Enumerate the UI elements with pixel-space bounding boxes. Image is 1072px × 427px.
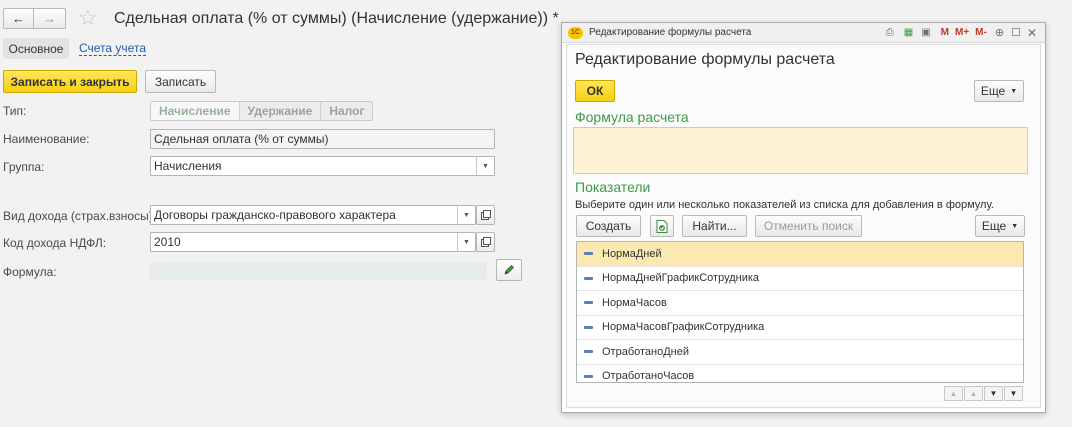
open-income-type-button[interactable] [476, 205, 495, 225]
maximize-icon[interactable]: ☐ [1011, 26, 1021, 39]
tab-main-label: Основное [8, 41, 64, 56]
find-button[interactable]: Найти... [682, 215, 747, 237]
list-more-label: Еще [981, 219, 1007, 233]
ndfl-field[interactable]: 2010 ▼ [150, 232, 476, 252]
dialog-heading: Редактирование формулы расчета [575, 51, 835, 68]
chevron-down-icon: ▼ [1010, 87, 1018, 95]
open-icon [480, 210, 491, 220]
group-label: Группа: [3, 160, 45, 174]
item-icon [584, 301, 593, 305]
memory-minus-button[interactable]: M- [975, 27, 987, 38]
type-label: Тип: [3, 104, 27, 118]
chevron-down-icon[interactable]: ▼ [457, 233, 475, 251]
page-up-icon[interactable]: ▲ [964, 386, 983, 401]
print-icon[interactable]: ⎙ [886, 27, 894, 38]
dialog-more-button[interactable]: Еще ▼ [974, 80, 1024, 102]
tab-main[interactable]: Основное [3, 38, 69, 59]
favorite-star-icon[interactable]: ☆ [78, 6, 98, 30]
open-icon [480, 237, 491, 247]
item-icon [584, 276, 593, 280]
dialog-more-label: Еще [980, 84, 1006, 98]
app-1c-icon: 1С [568, 26, 583, 39]
item-icon [584, 325, 593, 329]
create-button[interactable]: Создать [576, 215, 641, 237]
type-option-tax[interactable]: Налог [321, 102, 372, 120]
chevron-down-icon[interactable]: ▼ [457, 206, 475, 224]
list-item[interactable]: НормаДней [577, 242, 1023, 267]
formula-field [150, 262, 487, 280]
save-button[interactable]: Записать [145, 70, 216, 93]
item-icon [584, 252, 593, 256]
first-page-icon[interactable]: ▲ [944, 386, 963, 401]
name-field[interactable]: Сдельная оплата (% от суммы) [150, 129, 495, 149]
open-ndfl-button[interactable] [476, 232, 495, 252]
cancel-search-button[interactable]: Отменить поиск [755, 215, 862, 237]
export-button[interactable] [650, 215, 674, 237]
ok-button[interactable]: ОК [575, 80, 615, 102]
tab-accounts-label: Счета учета [79, 41, 146, 56]
name-label: Наименование: [3, 132, 90, 146]
indicators-list[interactable]: НормаДней НормаДнейГрафикСотрудника Норм… [576, 241, 1024, 383]
calculator-icon[interactable]: ▦ [904, 27, 913, 38]
income-type-value: Договоры гражданско-правового характера [154, 208, 396, 222]
tab-accounts[interactable]: Счета учета [79, 41, 146, 56]
page-title: Сдельная оплата (% от суммы) (Начисление… [114, 10, 559, 27]
chevron-down-icon: ▼ [1011, 222, 1019, 230]
back-button[interactable]: ← [3, 8, 34, 29]
list-item[interactable]: ОтработаноДней [577, 340, 1023, 365]
dialog-titlebar: 1С Редактирование формулы расчета ⎙ ▦ ▣ … [562, 23, 1045, 43]
item-icon [584, 374, 593, 378]
list-item[interactable]: НормаДнейГрафикСотрудника [577, 267, 1023, 291]
item-icon [584, 350, 593, 354]
zoom-icon[interactable]: ⊕ [995, 26, 1004, 39]
edit-formula-button[interactable] [496, 259, 522, 281]
pencil-icon [504, 264, 515, 275]
chevron-down-icon[interactable]: ▼ [476, 157, 494, 175]
list-item[interactable]: ОтработаноЧасов [577, 365, 1023, 382]
memory-button[interactable]: M [941, 27, 949, 38]
type-option-accrual[interactable]: Начисление [151, 102, 240, 120]
nav-buttons: ← → [3, 8, 66, 29]
page-down-icon[interactable]: ▼ [984, 386, 1003, 401]
list-item[interactable]: НормаЧасов [577, 291, 1023, 316]
formula-label: Формула: [3, 265, 57, 279]
indicators-hint: Выберите один или несколько показателей … [575, 199, 994, 211]
formula-edit-dialog: 1С Редактирование формулы расчета ⎙ ▦ ▣ … [561, 22, 1046, 413]
indicators-section-title: Показатели [575, 179, 651, 195]
ndfl-label: Код дохода НДФЛ: [3, 236, 107, 250]
formula-section-title: Формула расчета [575, 109, 689, 125]
close-icon[interactable]: ✕ [1027, 26, 1037, 40]
group-value: Начисления [154, 159, 222, 173]
memory-plus-button[interactable]: M+ [955, 27, 969, 38]
ndfl-value: 2010 [154, 235, 181, 249]
list-navigation: ▲ ▲ ▼ ▼ [944, 386, 1023, 401]
list-more-button[interactable]: Еще ▼ [975, 215, 1025, 237]
forward-button[interactable]: → [34, 8, 66, 29]
formula-input[interactable] [573, 127, 1028, 174]
income-type-field[interactable]: Договоры гражданско-правового характера … [150, 205, 476, 225]
dialog-window-title: Редактирование формулы расчета [589, 27, 752, 38]
list-item[interactable]: НормаЧасовГрафикСотрудника [577, 316, 1023, 340]
last-page-icon[interactable]: ▼ [1004, 386, 1023, 401]
income-type-label: Вид дохода (страх.взносы): [3, 209, 157, 223]
group-field[interactable]: Начисления ▼ [150, 156, 495, 176]
spreadsheet-icon [656, 219, 668, 233]
type-option-deduction[interactable]: Удержание [240, 102, 322, 120]
dialog-content: Редактирование формулы расчета ОК Еще ▼ … [566, 44, 1041, 408]
save-and-close-button[interactable]: Записать и закрыть [3, 70, 137, 93]
type-toggle: Начисление Удержание Налог [150, 101, 374, 121]
calendar-icon[interactable]: ▣ [921, 27, 930, 38]
name-value: Сдельная оплата (% от суммы) [154, 132, 329, 146]
